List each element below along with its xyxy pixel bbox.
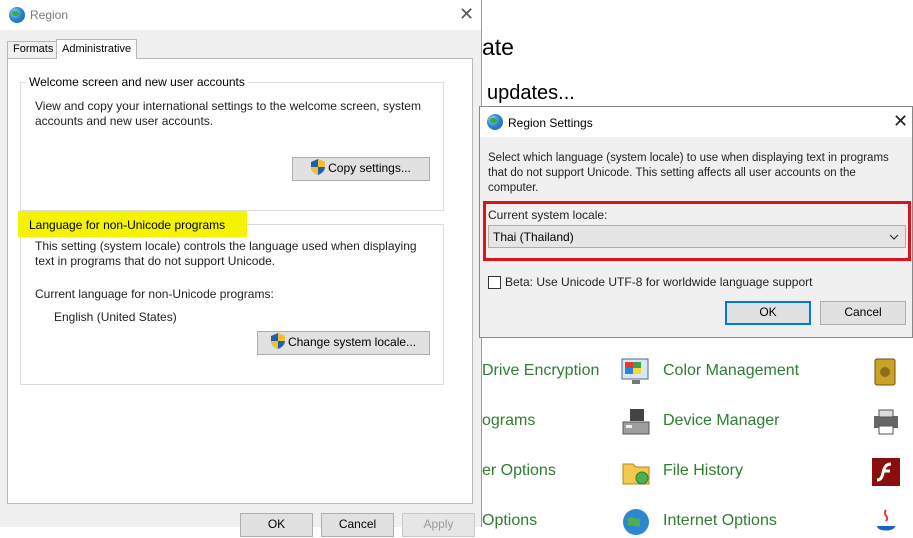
region-settings-dialog: Region Settings ✕ Select which language … [479, 106, 913, 338]
copy-settings-button[interactable]: Copy settings... [292, 157, 430, 181]
welcome-group-title: Welcome screen and new user accounts [26, 75, 248, 89]
ok-button[interactable]: OK [725, 301, 811, 325]
cp-item-device-manager[interactable]: Device Manager [663, 412, 780, 430]
java-icon [877, 509, 895, 531]
region-settings-title-bar: Region Settings ✕ [480, 107, 912, 137]
administrative-panel: Welcome screen and new user accounts Vie… [7, 58, 473, 504]
nonunicode-group: Language for non-Unicode programs This s… [18, 211, 444, 385]
welcome-description-line2: accounts and new user accounts. [35, 114, 214, 128]
cp-item-internet-options[interactable]: Internet Options [663, 512, 777, 530]
ok-button[interactable]: OK [240, 513, 313, 537]
region-settings-title: Region Settings [508, 116, 593, 130]
nonunicode-group-title: Language for non-Unicode programs [29, 218, 226, 232]
file-history-icon [622, 463, 650, 485]
welcome-description-line1: View and copy your international setting… [35, 99, 421, 113]
cancel-button[interactable]: Cancel [820, 301, 906, 325]
cp-item-options[interactable]: er Options [482, 462, 556, 480]
uac-shield-icon [270, 333, 285, 349]
rs-description-line2: that do not support Unicode. This settin… [488, 167, 856, 179]
device-manager-icon [622, 409, 650, 435]
system-locale-select[interactable]: Thai (Thailand) [488, 225, 906, 248]
rs-description-line3: computer. [488, 182, 539, 194]
cp-item-file-history[interactable]: File History [663, 462, 743, 480]
flash-player-icon [872, 458, 900, 486]
tab-administrative[interactable]: Administrative [56, 39, 138, 59]
nonunicode-description-line2: text in programs that do not support Uni… [35, 254, 276, 268]
cp-item-programs[interactable]: ograms [482, 412, 535, 430]
color-management-icon [621, 358, 649, 384]
globe-icon [9, 7, 25, 23]
globe-icon [487, 114, 503, 130]
rs-description-line1: Select which language (system locale) to… [488, 152, 889, 164]
printer-icon [874, 409, 898, 435]
updates-heading-partial: updates... [487, 82, 575, 104]
welcome-group: Welcome screen and new user accounts Vie… [20, 75, 444, 211]
nonunicode-description-line1: This setting (system locale) controls th… [35, 239, 417, 253]
apply-button[interactable]: Apply [402, 513, 475, 537]
current-system-locale-label: Current system locale: [488, 208, 608, 222]
region-title: Region [30, 8, 69, 22]
change-system-locale-button[interactable]: Change system locale... [257, 331, 430, 355]
cp-item-color-management[interactable]: Color Management [663, 362, 799, 380]
region-dialog: Region ✕ Formats Welcome screen and new … [0, 0, 482, 537]
close-icon[interactable]: ✕ [893, 111, 908, 132]
region-title-bar: Region ✕ [0, 0, 481, 30]
close-icon[interactable]: ✕ [459, 4, 474, 25]
utf8-beta-label: Beta: Use Unicode UTF-8 for worldwide la… [505, 275, 813, 289]
copy-settings-label: Copy settings... [328, 161, 411, 175]
cp-item-drive-encryption[interactable]: Drive Encryption [482, 362, 599, 380]
change-system-locale-label: Change system locale... [287, 335, 417, 349]
current-language-label: Current language for non-Unicode program… [35, 287, 274, 301]
uac-shield-icon [311, 159, 326, 175]
cp-item-options-partial[interactable]: Options [482, 512, 537, 530]
current-language-value: English (United States) [54, 310, 177, 324]
tab-formats[interactable]: Formats [7, 41, 60, 58]
utf8-beta-checkbox[interactable] [488, 276, 501, 289]
system-locale-value: Thai (Thailand) [493, 230, 574, 244]
internet-options-icon [623, 509, 649, 535]
page-heading-partial: ate [482, 34, 514, 60]
chevron-down-icon [889, 234, 899, 240]
safe-icon [874, 358, 896, 386]
cancel-button[interactable]: Cancel [321, 513, 394, 537]
